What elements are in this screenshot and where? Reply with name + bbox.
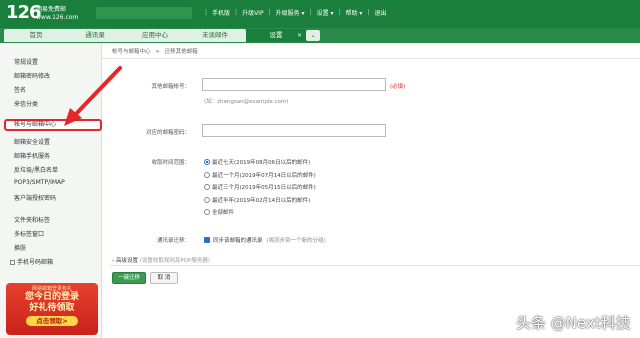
radio-7days-label: 最近七天(2019年08月06日以后的邮件) — [212, 160, 311, 166]
other-account-input[interactable] — [202, 78, 386, 91]
radio-icon[interactable] — [204, 172, 210, 178]
required-mark: (必填) — [390, 84, 406, 90]
account-hint: (如：zhangsan@example.com) — [204, 99, 289, 105]
contacts-checkbox[interactable]: 同步该邮箱的通讯录 (将同步到一个新的分组) — [204, 236, 326, 244]
other-account-label: 其他邮箱帐号： — [151, 84, 190, 90]
radio-3months-label: 最近三个月(2019年05月15日以后的邮件) — [212, 185, 316, 191]
checkbox-checked-icon[interactable] — [204, 237, 210, 243]
radio-3months[interactable]: 最近三个月(2019年05月15日以后的邮件) — [204, 183, 316, 191]
red-arrow-icon — [64, 66, 122, 126]
watermark: 头条 @Next科技 — [516, 314, 631, 332]
radio-6months-label: 最近半年(2019年02月14日以后的邮件) — [212, 198, 311, 204]
divider — [102, 58, 640, 59]
radio-icon[interactable] — [204, 184, 210, 190]
advanced-label[interactable]: 高级设置 — [116, 258, 138, 264]
password-label: 对应的邮箱密码： — [145, 130, 190, 136]
radio-icon[interactable] — [204, 159, 210, 165]
contacts-checkbox-label: 同步该邮箱的通讯录 — [213, 238, 263, 244]
cancel-button[interactable]: 取 消 — [150, 272, 178, 284]
chevron-right-icon: › — [112, 258, 115, 264]
breadcrumb-sep: > — [155, 49, 160, 55]
range-label: 收取时间范围： — [151, 160, 190, 166]
radio-icon[interactable] — [204, 197, 210, 203]
advanced-hint: (设置收取规则及POP服务器) — [139, 258, 210, 264]
contacts-hint: (将同步到一个新的分组) — [266, 238, 326, 244]
breadcrumb-current: 迁移其他邮箱 — [164, 49, 198, 55]
radio-1month[interactable]: 最近一个月(2019年07月14日以后的邮件) — [204, 171, 316, 179]
radio-all-label: 全部邮件 — [212, 210, 235, 216]
radio-7days[interactable]: 最近七天(2019年08月06日以后的邮件) — [204, 158, 310, 166]
radio-6months[interactable]: 最近半年(2019年02月14日以后的邮件) — [204, 196, 310, 204]
contacts-label: 通讯录迁移： — [156, 238, 190, 244]
migrate-button[interactable]: 一键迁移 — [112, 272, 146, 284]
advanced-settings[interactable]: › 高级设置 (设置收取规则及POP服务器) — [112, 256, 210, 264]
divider — [110, 265, 640, 266]
password-input[interactable] — [202, 124, 386, 137]
radio-icon[interactable] — [204, 209, 210, 215]
breadcrumb: 帐号与邮箱中心 > 迁移其他邮箱 — [112, 47, 198, 55]
radio-1month-label: 最近一个月(2019年07月14日以后的邮件) — [212, 173, 316, 179]
breadcrumb-parent[interactable]: 帐号与邮箱中心 — [112, 49, 151, 55]
radio-all[interactable]: 全部邮件 — [204, 208, 234, 216]
